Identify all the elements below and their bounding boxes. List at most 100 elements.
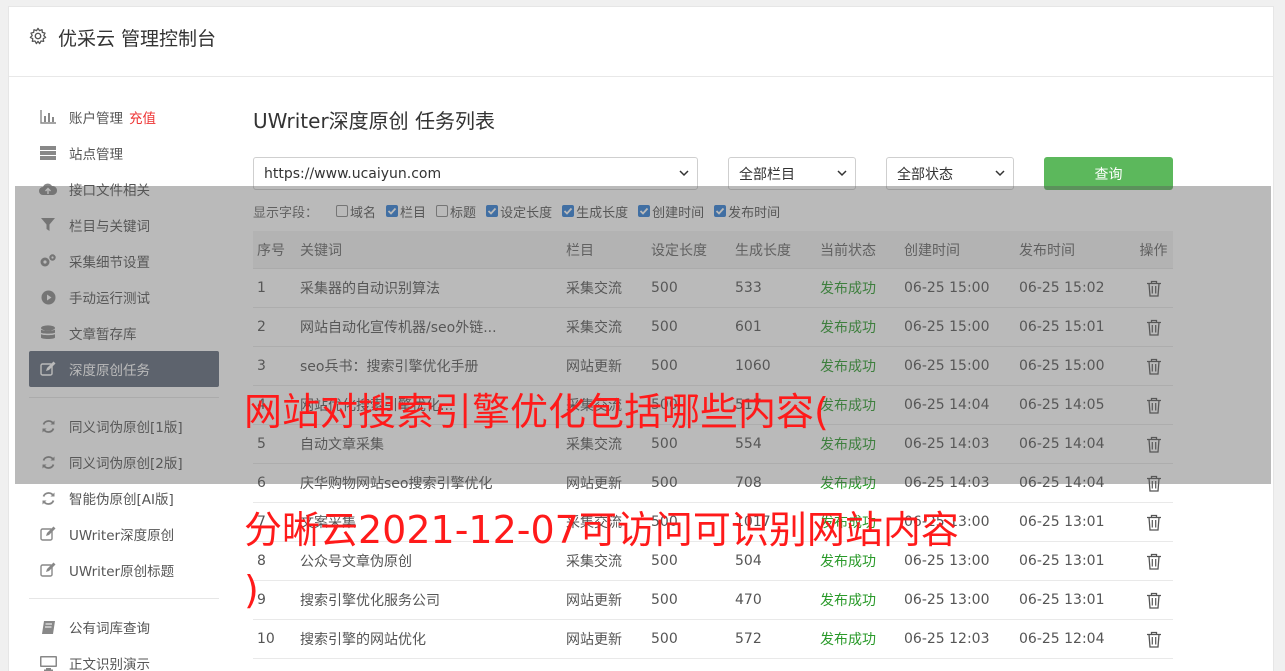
field-checkbox-label: 域名	[350, 205, 377, 221]
delete-button[interactable]	[1134, 397, 1173, 414]
field-checkbox[interactable]: 生成长度	[562, 202, 628, 221]
cell-no: 10	[257, 631, 275, 647]
sidebar-item[interactable]: 同义词伪原创[1版]	[29, 408, 219, 444]
field-checkbox[interactable]: 域名	[336, 202, 376, 221]
refresh-icon	[39, 417, 57, 435]
cell-no: 2	[257, 319, 266, 335]
cell-status: 发布成功	[820, 398, 876, 414]
sidebar-item[interactable]: 手动运行测试	[29, 279, 219, 315]
sidebar-item[interactable]: 账户管理 充值	[29, 99, 219, 135]
chevron-down-icon	[679, 170, 689, 177]
recharge-link[interactable]: 充值	[129, 107, 156, 127]
cell-set-len: 500	[651, 358, 678, 374]
site-select[interactable]: https://www.ucaiyun.com	[253, 157, 698, 190]
refresh-icon	[39, 453, 57, 471]
table-row: 10 搜索引擎的网站优化 网站更新 500 572 发布成功 06-25 12:03 06-2…	[253, 620, 1173, 659]
cell-keyword: 公众号文章伪原创	[300, 554, 412, 570]
sidebar-item[interactable]: 文章暂存库	[29, 315, 219, 351]
sidebar-item[interactable]: 公有词库查询	[29, 609, 219, 645]
table-header: 序号 关键词 栏目 设定长度 生成长度 当前状态 创建时间 发布时间 操作	[253, 231, 1173, 269]
sidebar-item-label: UWriter原创标题	[69, 564, 175, 580]
sidebar-item-label: 智能伪原创[AI版]	[69, 492, 174, 508]
cell-keyword: 自动文章采集	[300, 437, 384, 453]
edit-icon	[39, 561, 57, 579]
sidebar-item[interactable]: 正文识别演示	[29, 645, 219, 671]
cell-created: 06-25 12:03	[904, 631, 990, 647]
field-checkbox[interactable]: 标题	[436, 202, 476, 221]
cell-gen-len: 533	[735, 280, 762, 296]
field-checkbox[interactable]: 创建时间	[638, 202, 704, 221]
sidebar-item-label: 公有词库查询	[69, 621, 150, 637]
delete-button[interactable]	[1134, 592, 1173, 609]
cell-published: 06-25 13:01	[1019, 553, 1105, 569]
sidebar-item[interactable]: 站点管理	[29, 135, 219, 171]
checkbox-checked-icon	[638, 205, 651, 217]
delete-button[interactable]	[1134, 553, 1173, 570]
cell-status: 发布成功	[820, 281, 876, 297]
cell-keyword: seo兵书：搜索引擎优化手册	[300, 359, 479, 375]
trash-icon	[1146, 319, 1161, 336]
checkbox-checked-icon	[714, 205, 727, 217]
delete-button[interactable]	[1134, 475, 1173, 492]
query-button[interactable]: 查询	[1044, 157, 1173, 190]
delete-button[interactable]	[1134, 319, 1173, 336]
sidebar-item[interactable]: UWriter深度原创	[29, 516, 219, 552]
delete-button[interactable]	[1134, 280, 1173, 297]
checkbox-checked-icon	[562, 205, 575, 217]
cell-no: 4	[257, 397, 266, 413]
cell-no: 5	[257, 436, 266, 452]
edit-icon	[39, 360, 57, 378]
delete-button[interactable]	[1134, 631, 1173, 648]
table-row: 1 采集器的自动识别算法 采集交流 500 533 发布成功 06-25 15:00 06-2…	[253, 269, 1173, 308]
table-row: 4 网站优化搜索引擎优化... 采集交流 500 517 发布成功 06-25 14:04 0…	[253, 386, 1173, 425]
table-row: 9 搜索引擎优化服务公司 网站更新 500 470 发布成功 06-25 13:00 06-2…	[253, 581, 1173, 620]
display-fields: 显示字段： 域名 栏目 标题 设定长度 生成长度 创建时间 发布时间	[253, 202, 790, 221]
sidebar-item-label: 深度原创任务	[69, 363, 150, 379]
delete-button[interactable]	[1134, 436, 1173, 453]
cell-set-len: 500	[651, 436, 678, 452]
field-checkbox-label: 栏目	[400, 205, 427, 221]
sidebar-item[interactable]: 栏目与关键词	[29, 207, 219, 243]
monitor-icon	[39, 654, 57, 671]
cell-created: 06-25 14:03	[904, 436, 990, 452]
server-icon	[39, 144, 57, 162]
page-title: UWriter深度原创 任务列表	[253, 109, 496, 133]
status-select[interactable]: 全部状态	[886, 157, 1014, 190]
delete-button[interactable]	[1134, 514, 1173, 531]
field-checkbox-label: 发布时间	[728, 205, 781, 221]
column-header: 关键词	[300, 242, 342, 259]
delete-button[interactable]	[1134, 358, 1173, 375]
field-checkbox[interactable]: 设定长度	[486, 202, 552, 221]
cell-set-len: 500	[651, 631, 678, 647]
field-checkbox-label: 设定长度	[500, 205, 553, 221]
cell-gen-len: 1060	[735, 358, 771, 374]
sidebar-item[interactable]: 智能伪原创[AI版]	[29, 480, 219, 516]
sidebar-item-label: 栏目与关键词	[69, 219, 150, 235]
cell-keyword: 搜索引擎的网站优化	[300, 632, 426, 648]
sidebar-item[interactable]: 深度原创任务	[29, 351, 219, 387]
bar-chart-icon	[39, 108, 57, 126]
cell-set-len: 500	[651, 514, 678, 530]
cell-gen-len: 554	[735, 436, 762, 452]
checkbox-unchecked-icon	[436, 205, 449, 217]
sidebar-item[interactable]: UWriter原创标题	[29, 552, 219, 588]
display-fields-label: 显示字段：	[253, 205, 319, 221]
trash-icon	[1146, 358, 1161, 375]
cell-column: 采集交流	[566, 281, 622, 297]
sidebar-item[interactable]: 接口文件相关	[29, 171, 219, 207]
cell-keyword: 网站自动化宣传机器/seo外链...	[300, 320, 497, 336]
cell-column: 网站更新	[566, 632, 622, 648]
field-checkbox[interactable]: 栏目	[386, 202, 426, 221]
column-header: 当前状态	[820, 242, 876, 259]
header: 优采云 管理控制台	[9, 7, 1273, 77]
column-select[interactable]: 全部栏目	[728, 157, 856, 190]
cell-gen-len: 708	[735, 475, 762, 491]
field-checkbox[interactable]: 发布时间	[714, 202, 780, 221]
cell-column: 采集交流	[566, 515, 622, 531]
sidebar-item[interactable]: 采集细节设置	[29, 243, 219, 279]
sidebar-item[interactable]: 同义词伪原创[2版]	[29, 444, 219, 480]
cell-published: 06-25 12:04	[1019, 631, 1105, 647]
status-select-value: 全部状态	[897, 166, 953, 183]
sidebar: 账户管理 充值 站点管理 接口文件相关栏目与关键词采集细节设置 手动运行测试 文章暂存库深…	[29, 99, 219, 671]
cell-status: 发布成功	[820, 515, 876, 531]
